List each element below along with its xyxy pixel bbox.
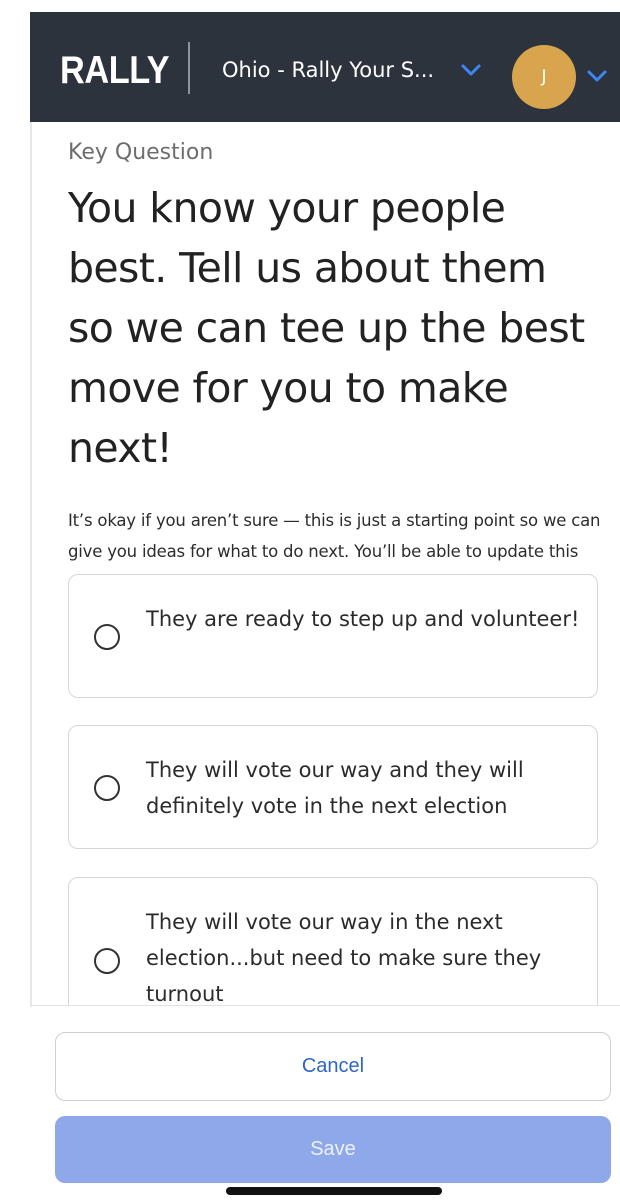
answer-option-needs-turnout[interactable]: They will vote our way in the next elect… — [68, 877, 598, 1006]
campaign-selector[interactable]: Ohio - Rally Your S... — [222, 50, 492, 90]
answer-option-definitely-vote[interactable]: They will vote our way and they will def… — [68, 725, 598, 849]
header-divider — [188, 42, 190, 94]
answer-option-label: They are ready to step up and volunteer! — [146, 607, 580, 631]
answer-option-label: They will vote our way in the next elect… — [146, 910, 542, 1006]
content-left-border — [30, 122, 32, 1007]
app-header: RALLY Ohio - Rally Your S... J — [30, 12, 620, 122]
user-avatar[interactable]: J — [512, 45, 576, 109]
account-menu-chevron-down-icon[interactable] — [586, 68, 608, 84]
radio-unselected-icon[interactable] — [94, 775, 120, 801]
footer-divider — [30, 1005, 620, 1006]
answer-option-volunteer[interactable]: They are ready to step up and volunteer! — [68, 574, 598, 698]
home-indicator — [226, 1187, 442, 1195]
campaign-name: Ohio - Rally Your S... — [222, 58, 435, 82]
question-content: Key Question You know your people best. … — [68, 122, 604, 1006]
cancel-button[interactable]: Cancel — [55, 1032, 611, 1101]
answer-option-label: They will vote our way and they will def… — [146, 758, 524, 818]
radio-unselected-icon[interactable] — [94, 624, 120, 650]
chevron-down-icon — [461, 64, 481, 76]
rally-logo: RALLY — [60, 49, 170, 92]
save-button[interactable]: Save — [55, 1116, 611, 1183]
question-headline: You know your people best. Tell us about… — [68, 184, 585, 472]
radio-unselected-icon[interactable] — [94, 948, 120, 974]
question-eyebrow: Key Question — [68, 140, 214, 165]
question-screen: RALLY Ohio - Rally Your S... J Key Quest… — [0, 0, 620, 1202]
